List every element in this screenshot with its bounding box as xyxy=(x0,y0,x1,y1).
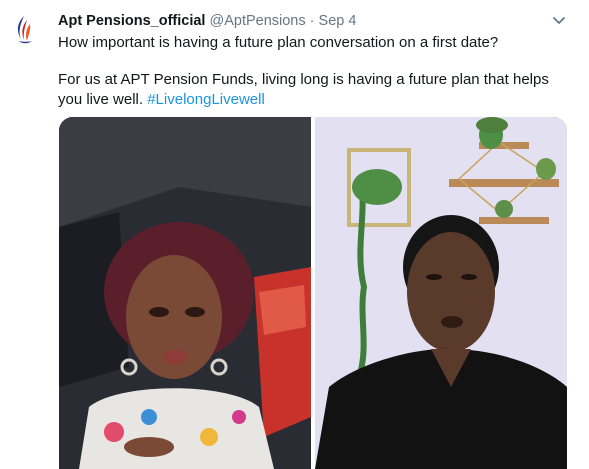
video-frame-right xyxy=(315,117,567,469)
display-name[interactable]: Apt Pensions_official xyxy=(58,13,205,29)
apt-logo-icon xyxy=(7,12,43,48)
handle[interactable]: @AptPensions xyxy=(209,13,305,29)
avatar[interactable] xyxy=(7,12,43,48)
tweet-header: Apt Pensions_official @AptPensions · Sep… xyxy=(58,11,356,31)
video-frame-left xyxy=(59,117,311,469)
tweet-media-video[interactable] xyxy=(59,117,567,469)
chevron-down-icon xyxy=(553,17,565,24)
tweet-date[interactable]: Sep 4 xyxy=(319,13,357,29)
tweet-text-line-3: you live well. #LivelongLivewell xyxy=(58,90,558,110)
tweet-text-line-2: For us at APT Pension Funds, living long… xyxy=(58,71,549,88)
separator: · xyxy=(309,13,315,29)
more-options-button[interactable] xyxy=(548,9,570,31)
tweet-text-line-1: How important is having a future plan co… xyxy=(58,34,499,51)
tweet-text-line-3-prefix: you live well. xyxy=(58,91,144,108)
tweet[interactable]: Apt Pensions_official @AptPensions · Sep… xyxy=(0,0,589,469)
hashtag-link[interactable]: #LivelongLivewell xyxy=(147,91,265,108)
